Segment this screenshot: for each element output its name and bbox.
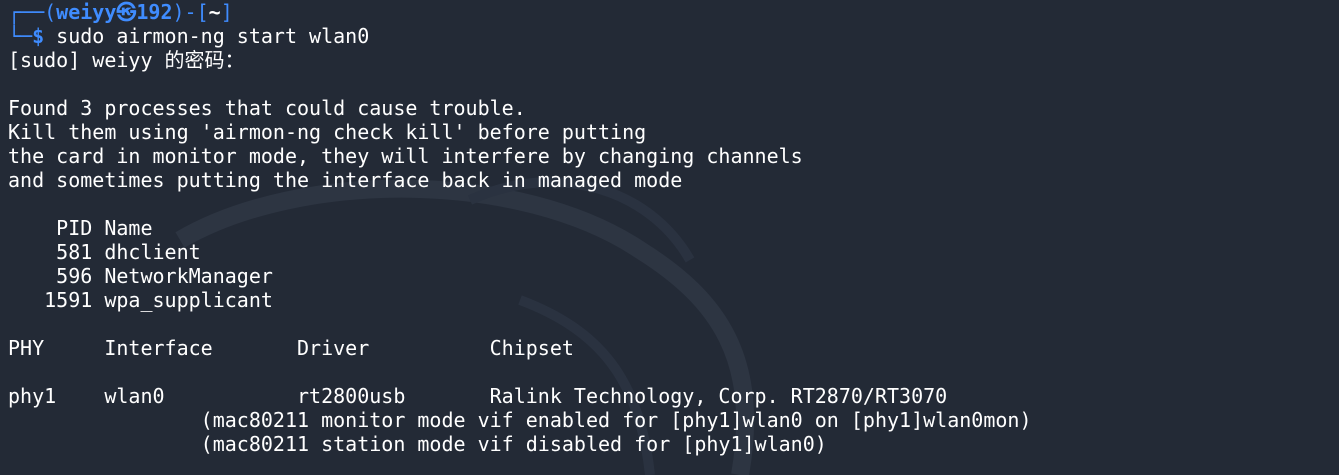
prompt-mid: )-[ <box>172 0 209 24</box>
warning-line: Found 3 processes that could cause troub… <box>8 96 526 120</box>
prompt-user: weiyy <box>56 0 117 24</box>
prompt-close: ] <box>220 0 233 24</box>
interface-row: phy1 wlan0 rt2800usb Ralink Technology, … <box>8 384 948 408</box>
warning-line: and sometimes putting the interface back… <box>8 168 683 192</box>
sudo-password-prompt: [sudo] weiyy 的密码： <box>8 48 245 72</box>
command-text: sudo airmon-ng start wlan0 <box>44 24 370 48</box>
prompt-cwd: ~ <box>208 0 221 24</box>
process-table-header: PID Name <box>8 216 153 240</box>
prompt-corner-top: ┌──( <box>8 0 57 24</box>
command-line: └─$ sudo airmon-ng start wlan0 <box>8 24 1339 48</box>
warning-line: the card in monitor mode, they will inte… <box>8 144 803 168</box>
interface-note: (mac80211 station mode vif disabled for … <box>8 432 827 456</box>
interface-note: (mac80211 monitor mode vif enabled for [… <box>8 408 1032 432</box>
warning-line: Kill them using 'airmon-ng check kill' b… <box>8 120 647 144</box>
process-row: 1591 wpa_supplicant <box>8 288 273 312</box>
prompt-host: 192 <box>136 0 173 24</box>
prompt-dollar: $ <box>32 24 45 48</box>
terminal-output[interactable]: ┌──(weiyy㉿192)-[~] └─$ sudo airmon-ng st… <box>8 0 1339 475</box>
interface-table-header: PHY Interface Driver Chipset <box>8 336 574 360</box>
prompt-corner-bottom: └─ <box>8 24 33 48</box>
process-row: 581 dhclient <box>8 240 201 264</box>
prompt-line-top: ┌──(weiyy㉿192)-[~] <box>8 0 1339 24</box>
process-row: 596 NetworkManager <box>8 264 273 288</box>
prompt-at-icon: ㉿ <box>116 0 137 24</box>
